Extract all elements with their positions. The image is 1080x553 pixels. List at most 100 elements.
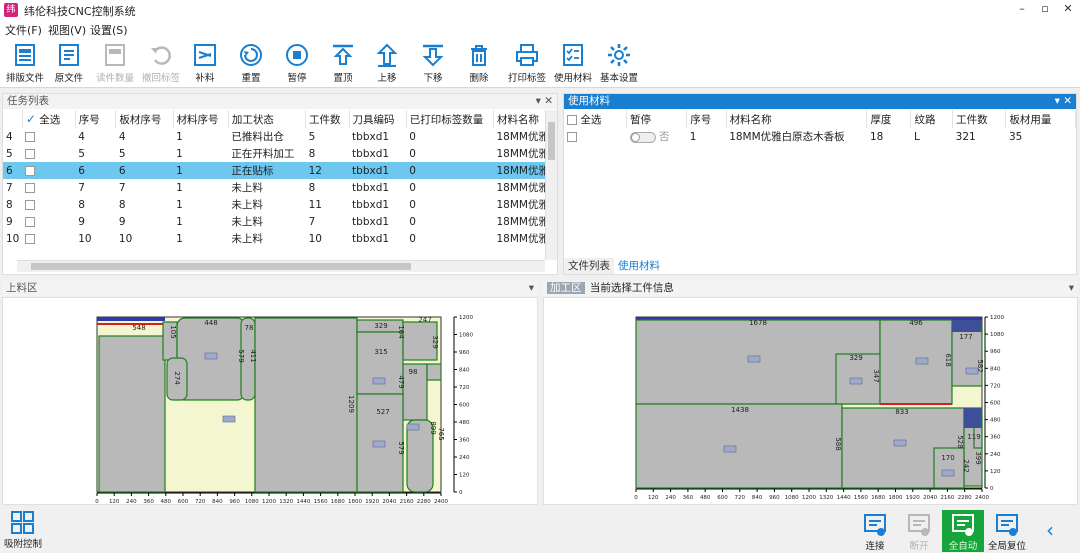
- part-dimension-label: 527: [376, 408, 389, 416]
- col-thickness[interactable]: 厚度: [866, 110, 912, 128]
- pause-toggle[interactable]: 否: [627, 128, 687, 145]
- cell-seq: 6: [75, 162, 116, 179]
- part-dimension-label: 329: [849, 354, 862, 362]
- x-tick-label: 1080: [245, 499, 259, 504]
- table-row[interactable]: 7 7 7 1 未上料 8 tbbxd1 0 18MM优雅: [3, 179, 546, 196]
- task-table: ✓ 全选 序号 板材序号 材料序号 加工状态 工件数 刀具编码 已打印标签数量 …: [3, 110, 546, 247]
- app-logo-icon: 纬: [4, 3, 18, 17]
- material-list-button[interactable]: 使用材料: [550, 42, 596, 86]
- minimize-button[interactable]: –: [1012, 2, 1032, 18]
- material-list-icon: [563, 44, 583, 66]
- table-row[interactable]: 9 9 9 1 未上料 7 tbbxd1 0 18MM优雅: [3, 213, 546, 230]
- menu-file[interactable]: 文件(F): [5, 22, 42, 38]
- col-count[interactable]: 工件数: [305, 110, 350, 128]
- row-checkbox[interactable]: [22, 196, 75, 213]
- part-piece[interactable]: [98, 335, 166, 493]
- panel-pin-icon[interactable]: ▾ ✕: [536, 94, 553, 109]
- supplement-button[interactable]: 补料: [182, 42, 228, 86]
- collapse-chevron-icon[interactable]: ‹: [1046, 518, 1054, 542]
- auto-run-button[interactable]: 全自动: [942, 510, 984, 552]
- menu-view[interactable]: 视图(V): [48, 22, 86, 38]
- row-checkbox[interactable]: [22, 230, 75, 247]
- pause-button[interactable]: 暂停: [274, 42, 320, 86]
- print-button[interactable]: 打印标签: [504, 42, 550, 86]
- row-checkbox[interactable]: [22, 145, 75, 162]
- layout-file-button[interactable]: 排版文件: [2, 42, 48, 86]
- part-piece[interactable]: [254, 317, 358, 493]
- delete-button[interactable]: 删除: [456, 42, 502, 86]
- hscroll-thumb[interactable]: [31, 263, 411, 270]
- tab-file-list[interactable]: 文件列表: [564, 258, 614, 274]
- y-tick-label: 120: [990, 469, 1001, 475]
- tab-material[interactable]: 使用材料: [614, 258, 664, 274]
- panel-pin-icon[interactable]: ▾: [529, 281, 534, 296]
- part-dimension-label: 411: [249, 349, 257, 362]
- suction-control-button[interactable]: 吸附控制: [4, 510, 42, 552]
- machining-area-canvas[interactable]: 0 120 240 360 480 600 720 840 960 1080 1200 1320 144…: [543, 297, 1078, 505]
- table-row[interactable]: 5 5 5 1 正在开料加工 8 tbbxd1 0 18MM优雅: [3, 145, 546, 162]
- col-material[interactable]: 材料序号: [173, 110, 229, 128]
- panel-pin-icon[interactable]: ▾: [1069, 281, 1074, 296]
- row-checkbox[interactable]: [22, 128, 75, 145]
- col-grain[interactable]: 纹路: [910, 110, 954, 128]
- col-name[interactable]: 材料名称: [726, 110, 868, 128]
- part-dimension-label: 399: [974, 451, 982, 464]
- table-row[interactable]: 8 8 8 1 未上料 11 tbbxd1 0 18MM优雅: [3, 196, 546, 213]
- move-down-button[interactable]: 下移: [410, 42, 456, 86]
- cell-printed: 0: [409, 130, 416, 143]
- task-horizontal-scrollbar[interactable]: [17, 260, 545, 272]
- cell-printed: 0: [409, 147, 416, 160]
- col-board[interactable]: 板材序号: [115, 110, 174, 128]
- source-file-button[interactable]: 原文件: [46, 42, 92, 86]
- cell-name: 18MM优雅: [496, 233, 547, 245]
- col-printed[interactable]: 已打印标签数量: [406, 110, 495, 128]
- table-row[interactable]: 否 1 18MM优雅白原态木香板 18 L 321 35: [564, 128, 1076, 145]
- col-pause[interactable]: 暂停: [626, 110, 688, 128]
- connect-button[interactable]: 连接: [854, 510, 896, 552]
- toolbar: 排版文件 原文件 读件数量 撤回标签 补料 重置 暂停 置顶 上移 下移 删除 打印标签 使用材料 基本设…: [0, 38, 1080, 88]
- task-vertical-scrollbar[interactable]: [545, 110, 557, 260]
- x-tick-label: 1920: [906, 495, 920, 501]
- cell-board: 7: [118, 181, 126, 194]
- row-checkbox[interactable]: [22, 179, 75, 196]
- pin-top-button[interactable]: 置顶: [320, 42, 366, 86]
- reset-button[interactable]: 重置: [228, 42, 274, 86]
- panel-pin-icon[interactable]: ▾ ✕: [1055, 94, 1072, 109]
- disconnect-icon: [908, 514, 930, 536]
- row-checkbox[interactable]: [22, 162, 76, 179]
- restore-button[interactable]: ▫: [1035, 2, 1055, 18]
- auto-run-icon: [952, 514, 974, 536]
- cell-tool: tbbxd1: [352, 181, 390, 194]
- settings-button[interactable]: 基本设置: [596, 42, 642, 86]
- col-usage[interactable]: 板材用量: [1005, 110, 1076, 128]
- load-area-canvas[interactable]: 0 120 240 360 480 600 720 840 960 1080 1200 1320 144…: [2, 297, 538, 505]
- menu-settings[interactable]: 设置(S): [90, 22, 128, 38]
- col-select-all[interactable]: 全选: [564, 110, 628, 128]
- table-row[interactable]: 10 10 10 1 未上料 10 tbbxd1 0 18MM优雅: [3, 230, 546, 247]
- part-piece[interactable]: [635, 403, 843, 489]
- cell-status: 未上料: [231, 216, 263, 228]
- close-button[interactable]: ✕: [1058, 2, 1078, 18]
- row-checkbox[interactable]: [22, 213, 75, 230]
- table-row[interactable]: 4 4 4 1 已推料出仓 5 tbbxd1 0 18MM优雅: [3, 128, 546, 145]
- col-name[interactable]: 材料名称: [493, 110, 546, 128]
- col-count[interactable]: 工件数: [952, 110, 1007, 128]
- part-piece[interactable]: [426, 363, 442, 381]
- count-button[interactable]: 读件数量: [92, 42, 138, 86]
- move-up-button[interactable]: 上移: [364, 42, 410, 86]
- menu-bar: 文件(F) 视图(V) 设置(S): [0, 20, 1080, 38]
- undo-label-button[interactable]: 撤回标签: [138, 42, 184, 86]
- disconnect-button[interactable]: 断开: [898, 510, 940, 552]
- col-seq[interactable]: 序号: [686, 110, 727, 128]
- row-header-col: [3, 110, 23, 128]
- col-tool[interactable]: 刀具编码: [349, 110, 407, 128]
- global-reset-button[interactable]: 全局复位: [986, 510, 1028, 552]
- scroll-thumb[interactable]: [548, 122, 555, 160]
- part-piece[interactable]: [356, 331, 404, 395]
- col-select-all[interactable]: ✓ 全选: [22, 110, 76, 128]
- col-status[interactable]: 加工状态: [228, 110, 307, 128]
- col-seq[interactable]: 序号: [75, 110, 117, 128]
- row-checkbox[interactable]: [564, 128, 627, 145]
- table-row[interactable]: 6 6 6 1 正在贴标 12 tbbxd1 0 18MM优雅: [3, 162, 546, 179]
- part-dimension-label: 528: [956, 435, 964, 448]
